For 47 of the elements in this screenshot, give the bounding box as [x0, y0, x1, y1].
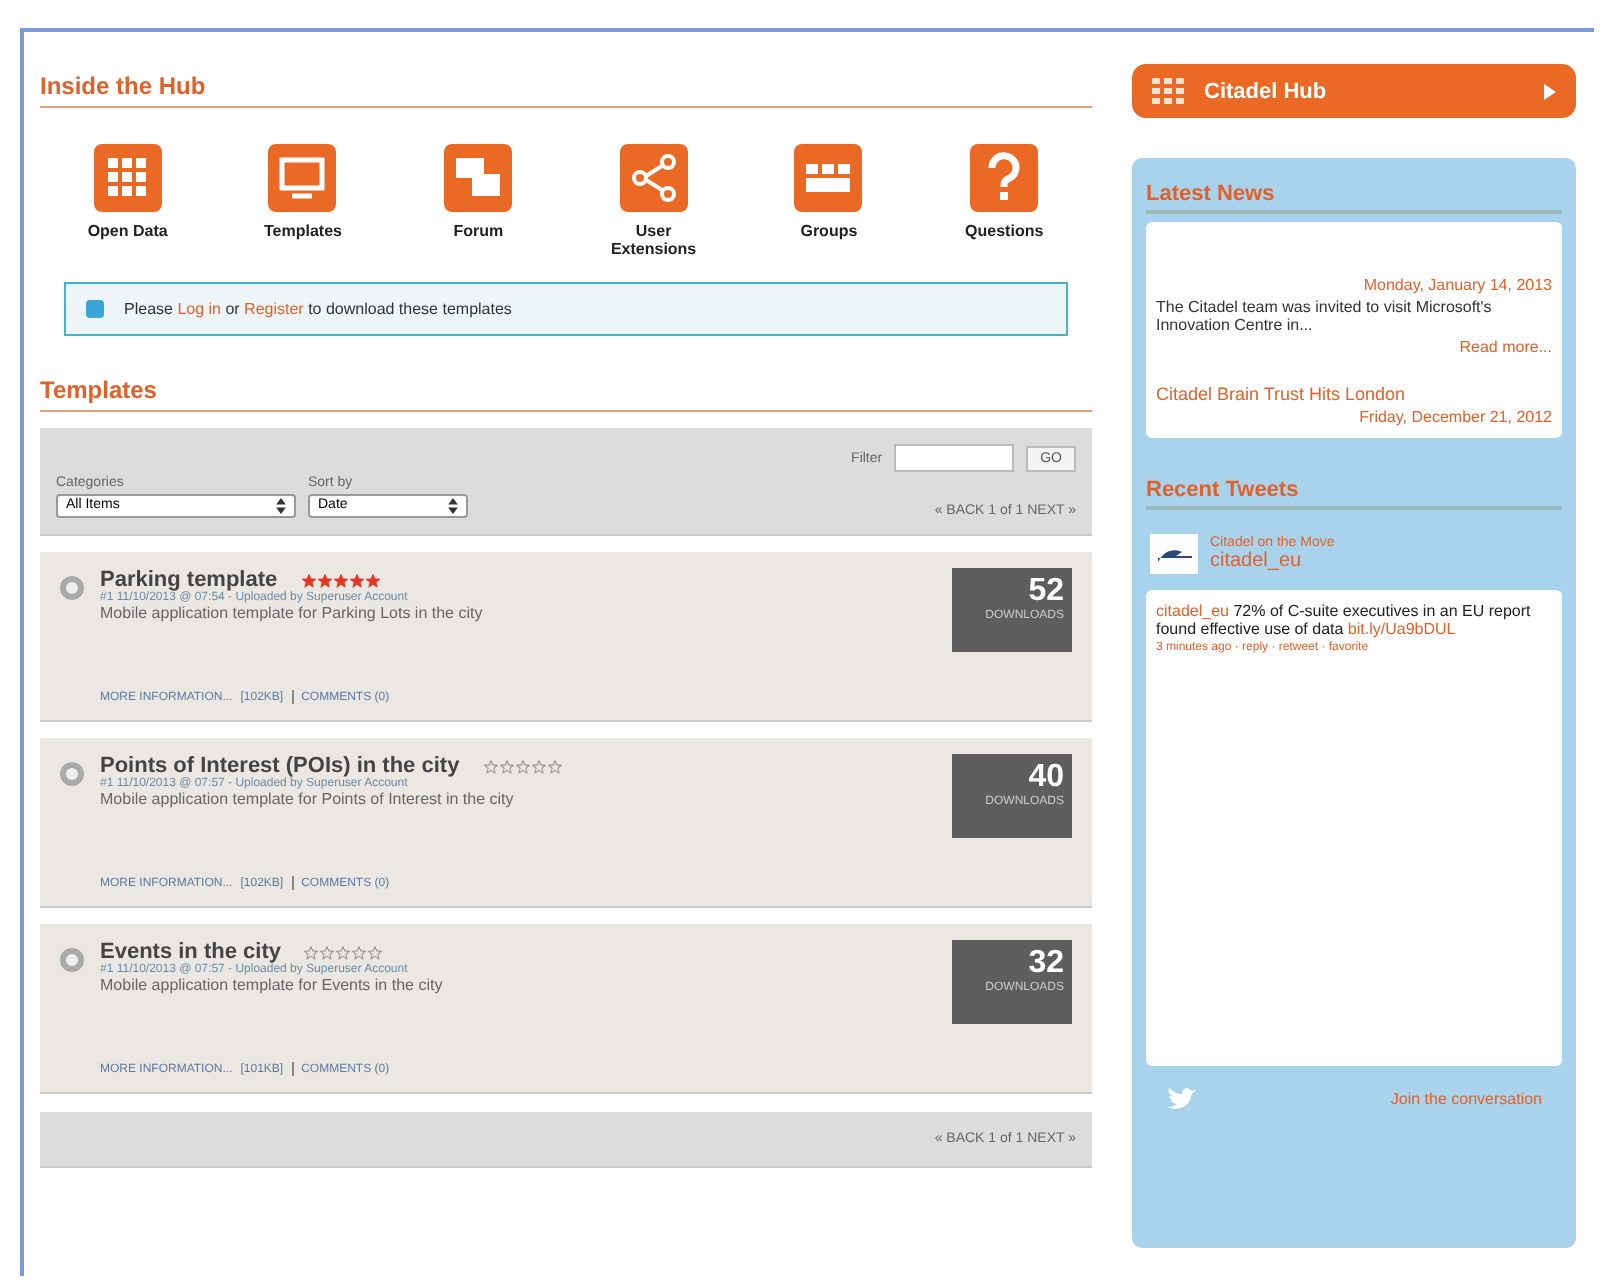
hub-link[interactable]: Forum: [426, 222, 531, 240]
register-link[interactable]: Register: [244, 300, 304, 318]
template-title[interactable]: Parking template: [100, 568, 278, 592]
template-title[interactable]: Points of Interest (POIs) in the city: [100, 754, 460, 778]
tweets-heading: Recent Tweets: [1146, 470, 1562, 510]
info-icon: [86, 300, 104, 318]
filter-field[interactable]: [894, 444, 1015, 472]
section-heading: Inside the Hub: [40, 64, 1092, 108]
updown-icon: [448, 498, 458, 514]
chat-icon[interactable]: [444, 144, 513, 212]
news-text: The Citadel team was invited to visit Microsoft's Innovation Centre in...: [1156, 298, 1494, 334]
template-title[interactable]: Events in the city: [100, 940, 281, 964]
radio-icon: [60, 576, 84, 600]
news-headline[interactable]: Citadel Brain Trust Hits London: [1156, 384, 1552, 404]
template-description: Mobile application template for Points of Interest in the city: [100, 790, 516, 808]
avatar-icon: [1150, 534, 1198, 574]
share-icon[interactable]: [619, 144, 688, 212]
grid-icon: [1152, 77, 1184, 105]
news-date: Monday, January 14, 2013: [1361, 276, 1552, 294]
hub-link[interactable]: Groups: [776, 222, 881, 240]
section-heading: Templates: [40, 368, 1092, 412]
updown-icon: [276, 498, 286, 514]
citadel-hub-button[interactable]: Citadel Hub: [1132, 64, 1576, 118]
hub-link[interactable]: User Extensions: [601, 222, 706, 258]
news-date: Friday, December 21, 2012: [1357, 408, 1552, 426]
grid-icon[interactable]: [93, 144, 162, 212]
template-description: Mobile application template for Events in the city: [100, 976, 445, 994]
hub-link[interactable]: Open Data: [75, 222, 180, 240]
login-link[interactable]: Log in: [177, 300, 221, 318]
read-more-link[interactable]: Read more...: [1156, 338, 1552, 356]
hub-link[interactable]: Templates: [250, 222, 355, 240]
radio-icon: [60, 762, 84, 786]
arrow-icon: [1544, 83, 1556, 99]
news-heading: Latest News: [1146, 174, 1562, 214]
user-link[interactable]: citadel_eu: [1156, 602, 1229, 620]
account-handle[interactable]: citadel_eu: [1210, 550, 1335, 572]
template-description: Mobile application template for Parking Lots in the city: [100, 604, 485, 622]
radio-icon: [60, 948, 84, 972]
question-icon[interactable]: [970, 144, 1039, 212]
monitor-icon[interactable]: [268, 144, 337, 212]
tweet-text: citadel_eu 72% of C-suite executives in an EU report found effective use of data bit.ly/Ua9bDUL: [1156, 602, 1533, 638]
people-icon[interactable]: [794, 144, 863, 212]
tweet-link[interactable]: bit.ly/Ua9bDUL: [1347, 620, 1456, 638]
notice-text: Please Log in or Register to download these templates: [124, 300, 512, 318]
bird-icon: [1166, 1086, 1198, 1112]
join-link[interactable]: Join the conversation: [1390, 1090, 1542, 1108]
hub-link[interactable]: Questions: [952, 222, 1057, 240]
